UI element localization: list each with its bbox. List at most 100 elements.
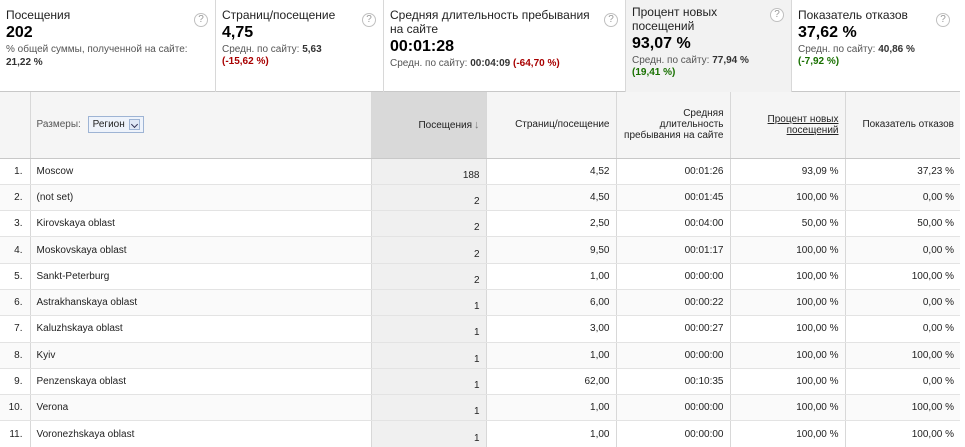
pages-per-visit-cell: 1,00 [485, 263, 616, 290]
column-header-label: Процент новых посещений [767, 113, 839, 136]
scorecard-value: 4,75 [222, 24, 254, 41]
dimension-select-value: Регион [92, 119, 125, 131]
scorecard-sub-text: Средн. по сайту: [390, 58, 468, 69]
scorecard-bounce-rate[interactable]: Показатель отказов 37,62 % Средн. по сай… [792, 0, 960, 92]
region-link[interactable]: Kaluzhskaya oblast [29, 315, 371, 343]
help-icon[interactable]: ? [604, 13, 618, 27]
bounce-rate-cell-text: 37,23 % [917, 165, 954, 177]
visits-cell-text: 2 [473, 274, 480, 286]
scorecard-pages-per-visit[interactable]: Страниц/посещение 4,75 Средн. по сайту: … [216, 0, 384, 92]
pages-per-visit-cell: 62,00 [485, 368, 616, 396]
scorecard-title: Страниц/посещение [222, 8, 336, 22]
bounce-rate-cell: 100,00 % [844, 263, 960, 290]
avg-duration-cell: 00:00:00 [615, 394, 730, 422]
row-number: 9. [0, 368, 30, 396]
region-link[interactable]: Kirovskaya oblast [29, 210, 371, 238]
pages-per-visit-cell: 9,50 [485, 236, 616, 264]
row-number-text: 10. [8, 402, 23, 414]
visits-cell: 1 [370, 342, 486, 369]
visits-cell: 1 [370, 289, 486, 317]
pages-per-visit-cell-text: 6,00 [590, 297, 610, 309]
region-link[interactable]: Sankt-Peterburg [29, 263, 371, 290]
region-link[interactable]: Kyiv [29, 342, 371, 369]
column-header-label: Средняя длительность пребывания на сайте [624, 108, 724, 142]
region-link[interactable]: Penzenskaya oblast [29, 368, 371, 396]
pages-per-visit-cell-text: 1,00 [590, 349, 610, 361]
table-row: 11. Voronezhskaya oblast 1 1,00 00:00:00 100,… [0, 420, 960, 447]
region-link-text: Sankt-Peterburg [36, 270, 110, 282]
avg-duration-cell-text: 00:00:00 [684, 402, 724, 414]
new-visits-cell-text: 93,09 % [801, 165, 839, 177]
new-visits-cell: 100,00 % [729, 342, 845, 369]
region-link-text: Kaluzhskaya oblast [36, 323, 123, 335]
scorecard-value: 202 [6, 24, 33, 41]
column-header-avg-duration[interactable]: Средняя длительность пребывания на сайте [615, 92, 730, 159]
scorecard-delta: (-64,70 %) [513, 58, 560, 69]
visits-cell-text: 1 [473, 327, 480, 339]
pages-per-visit-cell-text: 4,50 [590, 191, 610, 203]
dimension-label: Размеры: [36, 119, 81, 131]
visits-cell-text: 2 [473, 222, 480, 234]
visits-cell: 188 [370, 158, 486, 185]
pages-per-visit-cell: 3,00 [485, 315, 616, 343]
scorecard-delta: (-7,92 %) [798, 56, 840, 67]
new-visits-cell: 100,00 % [729, 289, 845, 317]
visits-cell-text: 1 [473, 406, 480, 418]
column-header-bounce-rate[interactable]: Показатель отказов [844, 92, 960, 159]
region-link[interactable]: Voronezhskaya oblast [29, 420, 371, 447]
new-visits-cell-text: 100,00 % [796, 297, 839, 309]
row-number: 1. [0, 158, 30, 185]
avg-duration-cell-text: 00:00:00 [684, 428, 724, 440]
bounce-rate-cell: 0,00 % [844, 184, 960, 212]
visits-cell-text: 1 [473, 380, 480, 392]
scorecard-sub-text: Средн. по сайту: [632, 55, 710, 66]
pages-per-visit-cell: 2,50 [485, 210, 616, 238]
help-icon[interactable]: ? [770, 8, 784, 22]
region-link[interactable]: Moskovskaya oblast [29, 236, 371, 264]
bounce-rate-cell: 37,23 % [844, 158, 960, 185]
scorecard-visits[interactable]: Посещения 202 % общей суммы, полученной … [0, 0, 216, 92]
table-row: 6. Astrakhanskaya oblast 1 6,00 00:00:22 100,… [0, 289, 960, 317]
avg-duration-cell: 00:00:00 [615, 342, 730, 369]
region-link[interactable]: Verona [29, 394, 371, 422]
scorecard-new-visits[interactable]: Процент новых посещений 93,07 % Средн. п… [626, 0, 792, 92]
row-number: 5. [0, 263, 30, 290]
column-header-visits[interactable]: Посещения ↓ [370, 92, 486, 159]
visits-cell-text: 1 [473, 353, 480, 365]
bounce-rate-cell: 100,00 % [844, 420, 960, 447]
avg-duration-cell: 00:01:26 [615, 158, 730, 185]
dimension-select[interactable]: Регион [87, 116, 144, 134]
help-icon[interactable]: ? [194, 13, 208, 27]
region-link[interactable]: Moscow [29, 158, 371, 185]
bounce-rate-cell: 0,00 % [844, 289, 960, 317]
visits-cell: 2 [370, 184, 486, 212]
row-number-text: 5. [14, 270, 23, 282]
column-header-pages-per-visit[interactable]: Страниц/посещение [485, 92, 616, 159]
bounce-rate-cell-text: 0,00 % [922, 323, 954, 335]
new-visits-cell: 100,00 % [729, 263, 845, 290]
region-link[interactable]: (not set) [29, 184, 371, 212]
new-visits-cell-text: 100,00 % [796, 376, 839, 388]
scorecard-avg-duration[interactable]: Средняя длительность пребывания на сайте… [384, 0, 626, 92]
column-header-label: Страниц/посещение [515, 119, 610, 131]
row-number: 7. [0, 315, 30, 343]
row-number-text: 1. [14, 165, 23, 177]
region-link[interactable]: Astrakhanskaya oblast [29, 289, 371, 317]
bounce-rate-cell-text: 0,00 % [922, 191, 954, 203]
pages-per-visit-cell: 1,00 [485, 420, 616, 447]
scorecard-value: 93,07 % [632, 35, 691, 52]
help-icon[interactable]: ? [936, 13, 950, 27]
visits-cell: 1 [370, 368, 486, 396]
table-row: 4. Moskovskaya oblast 2 9,50 00:01:17 100,00 … [0, 236, 960, 264]
bounce-rate-cell: 0,00 % [844, 368, 960, 396]
pages-per-visit-cell-text: 62,00 [584, 376, 610, 388]
column-header-new-visits[interactable]: Процент новых посещений [729, 92, 845, 159]
scorecard-sub-value: 77,94 % [712, 55, 749, 66]
table-row: 1. Moscow 188 4,52 00:01:26 93,09 % 37,23 % [0, 158, 960, 185]
help-icon[interactable]: ? [362, 13, 376, 27]
region-link-text: Voronezhskaya oblast [36, 428, 135, 440]
bounce-rate-cell-text: 0,00 % [922, 244, 954, 256]
row-number-text: 2. [14, 191, 23, 203]
new-visits-cell-text: 100,00 % [796, 349, 839, 361]
avg-duration-cell: 00:00:22 [615, 289, 730, 317]
